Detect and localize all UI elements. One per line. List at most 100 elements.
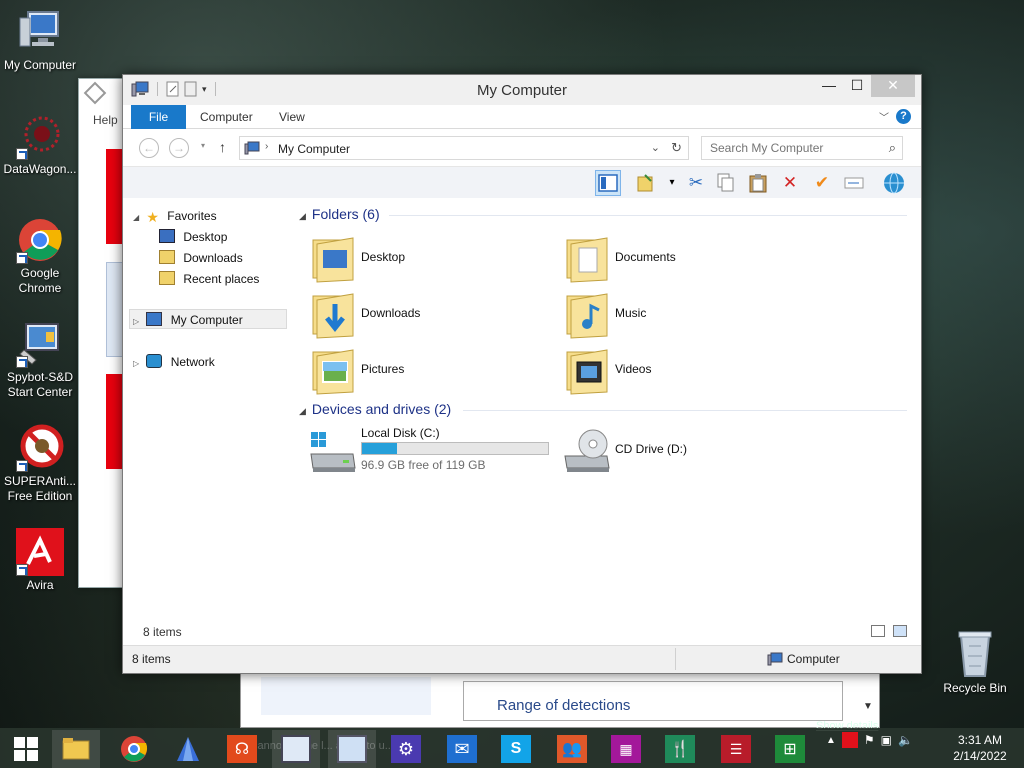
documents-folder-icon <box>566 237 608 283</box>
expanded-arrow-icon[interactable]: ◢ <box>133 208 143 228</box>
tab-view[interactable]: View <box>279 110 305 124</box>
taskbar-spybot[interactable] <box>272 730 320 768</box>
drive-item-local-disk[interactable]: Local Disk (C:) 96.9 GB free of 119 GB <box>309 426 559 480</box>
desktop-icon-label: Spybot-S&D Start Center <box>6 370 74 399</box>
taskbar-music-app[interactable]: ☊ <box>218 730 266 768</box>
folder-name: Documents <box>615 250 676 264</box>
folders-group-header[interactable]: ◢ Folders (6) <box>299 206 380 226</box>
taskbar-clock[interactable]: 3:31 AM 2/14/2022 <box>940 732 1020 764</box>
preview-pane-button[interactable] <box>595 170 621 196</box>
address-dropdown-icon[interactable]: ⌄ <box>651 141 660 154</box>
help-menu[interactable]: Help <box>93 113 118 127</box>
refresh-icon[interactable]: ↻ <box>671 140 682 156</box>
folder-item-music[interactable]: Music <box>563 290 803 344</box>
devices-group-header[interactable]: ◢ Devices and drives (2) <box>299 401 451 421</box>
item-count: 8 items <box>143 625 182 639</box>
light-pane <box>261 677 431 715</box>
collapsed-arrow-icon[interactable]: ▷ <box>133 312 143 332</box>
show-hidden-icons-icon[interactable]: ▲ <box>826 735 836 746</box>
title-bar[interactable]: ▾ My Computer — ☐ ✕ <box>123 75 921 105</box>
folder-name: Pictures <box>361 362 405 376</box>
nav-my-computer[interactable]: ▷ My Computer <box>133 310 243 330</box>
drive-name: CD Drive (D:) <box>615 442 687 456</box>
taskbar-store[interactable]: ⊞ <box>766 730 814 768</box>
desktop-icon-google-chrome[interactable]: Google Chrome <box>0 216 80 296</box>
folder-item-documents[interactable]: Documents <box>563 234 803 288</box>
volume-muted-icon[interactable]: 🔈 <box>898 733 913 747</box>
desktop-icon-avira[interactable]: Avira <box>0 528 80 593</box>
nav-downloads[interactable]: Downloads <box>159 248 243 268</box>
desktop-icon-superantispyware[interactable]: SUPERAnti... Free Edition <box>0 424 80 504</box>
network-tray-icon[interactable]: ▣ <box>881 733 892 747</box>
action-center-flag-icon[interactable]: ⚑ <box>864 733 875 747</box>
scroll-down-icon[interactable]: ▼ <box>863 701 873 712</box>
search-box[interactable]: ⌕ <box>701 136 903 160</box>
maximize-button[interactable]: ☐ <box>841 75 873 97</box>
close-button[interactable]: ✕ <box>871 75 915 97</box>
address-text[interactable]: My Computer <box>278 142 350 156</box>
rename-icon[interactable] <box>841 170 867 196</box>
collapse-group-icon[interactable]: ◢ <box>299 211 306 221</box>
collapse-group-icon[interactable]: ◢ <box>299 406 306 416</box>
taskbar-mail[interactable]: ✉ <box>438 730 486 768</box>
recycle-bin-icon <box>958 631 992 677</box>
search-input[interactable] <box>702 137 882 159</box>
explorer-window[interactable]: ▾ My Computer — ☐ ✕ File Computer View ﹀… <box>122 74 922 674</box>
details-view-icon[interactable] <box>871 625 885 637</box>
nav-network[interactable]: ▷ Network <box>133 352 215 372</box>
taskbar-monitor-app[interactable] <box>328 730 376 768</box>
nav-desktop[interactable]: Desktop <box>159 227 227 247</box>
collapsed-arrow-icon[interactable]: ▷ <box>133 354 143 374</box>
taskbar-people[interactable]: 👥 <box>548 730 596 768</box>
taskbar-food[interactable]: 🍴 <box>656 730 704 768</box>
address-bar[interactable]: › My Computer ⌄ ↻ <box>239 136 689 160</box>
search-icon[interactable]: ⌕ <box>889 140 896 156</box>
shortcut-arrow-icon <box>16 356 28 368</box>
forward-button[interactable]: → <box>169 138 189 158</box>
help-button[interactable]: ? <box>896 109 911 124</box>
datawagon-icon <box>16 112 64 160</box>
up-button[interactable]: ↑ <box>219 139 226 155</box>
rename-check-icon[interactable]: ✔ <box>809 170 835 196</box>
folder-item-videos[interactable]: Videos <box>563 346 803 400</box>
taskbar-chrome[interactable] <box>110 730 158 768</box>
desktop-icon-label: SUPERAnti... Free Edition <box>3 474 77 503</box>
large-icons-view-icon[interactable] <box>893 625 907 637</box>
taskbar-maps[interactable]: ▦ <box>602 730 650 768</box>
nav-favorites-label: Favorites <box>167 209 217 223</box>
avira-icon <box>16 528 64 576</box>
spybot-icon <box>281 735 311 763</box>
desktop-icon-recycle-bin[interactable]: Recycle Bin <box>940 630 1010 695</box>
pictures-folder-icon <box>312 349 354 395</box>
copy-icon[interactable] <box>713 170 739 196</box>
drive-item-cd[interactable]: CD Drive (D:) <box>563 426 803 480</box>
folder-item-desktop[interactable]: Desktop <box>309 234 549 288</box>
breadcrumb-chevron-icon[interactable]: › <box>265 141 268 152</box>
folder-item-downloads[interactable]: Downloads <box>309 290 549 344</box>
desktop-icon-spybot[interactable]: Spybot-S&D Start Center <box>0 320 80 400</box>
nav-recent-places[interactable]: Recent places <box>159 269 259 289</box>
recent-locations-icon[interactable]: ▾ <box>201 141 205 150</box>
cut-icon[interactable]: ✂ <box>683 170 709 196</box>
taskbar-settings[interactable]: ⚙ <box>382 730 430 768</box>
properties-button[interactable] <box>633 170 659 196</box>
tab-file[interactable]: File <box>131 105 186 129</box>
expand-ribbon-icon[interactable]: ﹀ <box>879 109 889 124</box>
taskbar-skype[interactable]: S <box>492 730 540 768</box>
tab-computer[interactable]: Computer <box>200 110 253 124</box>
folder-item-pictures[interactable]: Pictures <box>309 346 549 400</box>
desktop-icon-my-computer[interactable]: My Computer <box>0 8 80 73</box>
desktop-icon-datawagon[interactable]: DataWagon... <box>0 112 80 177</box>
start-button[interactable] <box>2 730 50 768</box>
taskbar-news[interactable]: ☰ <box>712 730 760 768</box>
avira-tray-icon[interactable] <box>841 732 858 748</box>
back-button[interactable]: ← <box>139 138 159 158</box>
cd-drive-icon <box>564 429 610 472</box>
taskbar-crystal-app[interactable] <box>164 730 212 768</box>
paste-icon[interactable] <box>745 170 771 196</box>
delete-icon[interactable]: ✕ <box>777 170 803 196</box>
internet-globe-icon[interactable] <box>881 170 907 196</box>
taskbar-file-explorer[interactable] <box>52 730 100 768</box>
nav-favorites[interactable]: ◢ ★ Favorites <box>133 206 217 226</box>
properties-dropdown-icon[interactable]: ▾ <box>659 170 685 196</box>
